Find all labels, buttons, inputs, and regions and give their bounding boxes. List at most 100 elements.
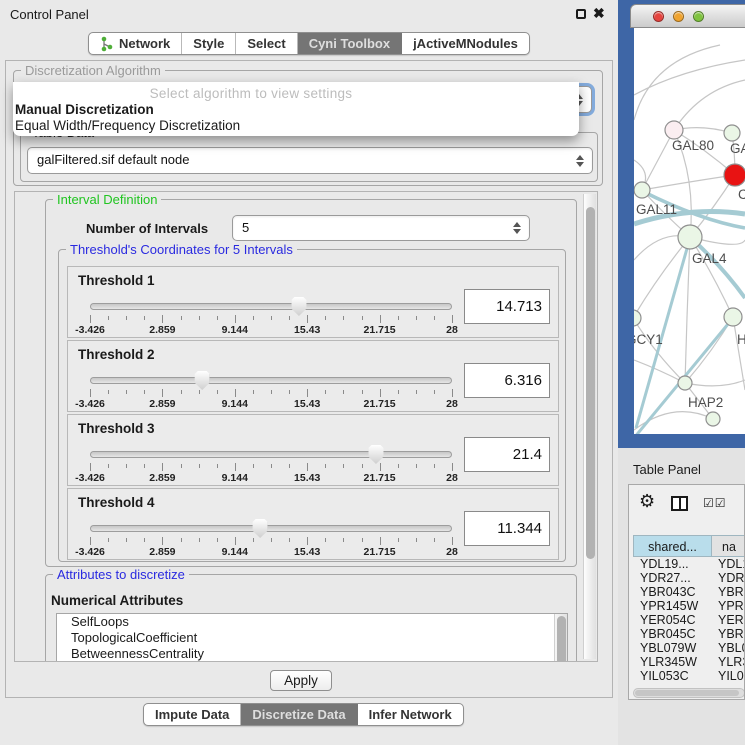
network-edge[interactable]	[642, 130, 674, 190]
zoom-traffic-light[interactable]	[693, 11, 704, 22]
slider-track[interactable]	[90, 525, 452, 532]
network-edge[interactable]	[634, 237, 690, 318]
network-node-ga[interactable]	[724, 125, 740, 141]
network-edge[interactable]	[634, 412, 713, 430]
cell-shared-name[interactable]: YDR27...	[633, 571, 712, 585]
network-node-h[interactable]	[724, 308, 742, 326]
tab-discretize-data[interactable]: Discretize Data	[241, 704, 357, 725]
table-row[interactable]: YLR345WYLR3	[633, 655, 745, 669]
cell-shared-name[interactable]: YER054C	[633, 613, 712, 627]
cell-name[interactable]: YBR0	[712, 627, 745, 641]
screen: Control Panel ✖ NetworkStyleSelectCyni T…	[0, 0, 745, 745]
network-node-hap2[interactable]	[678, 376, 692, 390]
network-edge[interactable]	[634, 45, 720, 120]
cell-shared-name[interactable]: YBR045C	[633, 627, 712, 641]
checkbox-icons[interactable]: ☑☑	[703, 496, 727, 510]
threshold-label: Threshold 3	[78, 421, 155, 436]
table-row[interactable]: YIL053CYIL0	[633, 669, 745, 683]
close-traffic-light[interactable]	[653, 11, 664, 22]
list-scrollbar[interactable]	[554, 614, 567, 662]
tab-impute-data[interactable]: Impute Data	[144, 704, 241, 725]
attributes-list[interactable]: SelfLoopsTopologicalCoefficientBetweenne…	[56, 613, 568, 662]
cell-name[interactable]: YBR0	[712, 585, 745, 599]
network-edge[interactable]	[634, 360, 685, 383]
network-node[interactable]	[706, 412, 720, 426]
settings-scrollbar[interactable]	[583, 194, 596, 659]
table-row[interactable]: YER054CYER0	[633, 613, 745, 627]
slider-track[interactable]	[90, 377, 452, 384]
gear-icon[interactable]: ⚙	[639, 491, 655, 512]
cell-name[interactable]: YLR3	[712, 655, 745, 669]
threshold-value-input[interactable]	[464, 289, 550, 324]
network-node-gal4[interactable]	[678, 225, 702, 249]
network-node-gcy1[interactable]	[634, 310, 641, 326]
table-row[interactable]: YPR145WYPR1	[633, 599, 745, 613]
column-header-shared-name[interactable]: shared...	[633, 535, 712, 557]
algorithm-option[interactable]: Manual Discretization	[15, 102, 154, 117]
cell-shared-name[interactable]: YBL079W	[633, 641, 712, 655]
threshold-slider[interactable]: -3.4262.8599.14415.4321.71528	[90, 297, 452, 337]
column-header-name[interactable]: na	[712, 535, 745, 557]
table-row[interactable]: YBR045CYBR0	[633, 627, 745, 641]
algorithm-option[interactable]: Equal Width/Frequency Discretization	[15, 118, 240, 133]
network-edge[interactable]	[634, 60, 745, 95]
cell-shared-name[interactable]: YIL053C	[633, 669, 712, 683]
threshold-slider[interactable]: -3.4262.8599.14415.4321.71528	[90, 371, 452, 411]
slider-thumb[interactable]	[253, 519, 268, 538]
threshold-value-input[interactable]	[464, 511, 550, 546]
split-columns-icon[interactable]	[671, 496, 688, 511]
threshold-value-input[interactable]	[464, 363, 550, 398]
apply-button[interactable]: Apply	[270, 670, 332, 691]
network-node-label: H	[737, 332, 745, 347]
network-icon	[100, 36, 114, 52]
tab-infer-network[interactable]: Infer Network	[358, 704, 463, 725]
network-window-titlebar[interactable]	[630, 4, 745, 28]
slider-thumb[interactable]	[195, 371, 210, 390]
table-row[interactable]: YDR27...YDR2	[633, 571, 745, 585]
network-edge[interactable]	[733, 317, 745, 390]
slider-thumb[interactable]	[368, 445, 383, 464]
slider-track[interactable]	[90, 451, 452, 458]
cell-name[interactable]: YPR1	[712, 599, 745, 613]
tab-jactivemnodules[interactable]: jActiveMNodules	[402, 33, 529, 54]
network-node-c[interactable]	[724, 164, 745, 186]
table-hscrollbar[interactable]	[633, 688, 745, 698]
cell-shared-name[interactable]: YPR145W	[633, 599, 712, 613]
cell-shared-name[interactable]: YLR345W	[633, 655, 712, 669]
float-window-icon[interactable]	[576, 9, 586, 19]
num-intervals-combo[interactable]: 5	[232, 215, 530, 241]
threshold-slider[interactable]: -3.4262.8599.14415.4321.71528	[90, 519, 452, 559]
network-edge[interactable]	[685, 380, 745, 386]
network-node-gal11[interactable]	[634, 182, 650, 198]
minimize-traffic-light[interactable]	[673, 11, 684, 22]
cell-name[interactable]: YDR2	[712, 571, 745, 585]
cell-name[interactable]: YIL0	[712, 669, 745, 683]
tab-style[interactable]: Style	[182, 33, 236, 54]
slider-track[interactable]	[90, 303, 452, 310]
table-row[interactable]: YBL079WYBL0	[633, 641, 745, 655]
cell-name[interactable]: YER0	[712, 613, 745, 627]
network-edge[interactable]	[685, 237, 690, 383]
attribute-list-item[interactable]: SelfLoops	[57, 614, 567, 630]
cell-shared-name[interactable]: YBR043C	[633, 585, 712, 599]
threshold-slider[interactable]: -3.4262.8599.14415.4321.71528	[90, 445, 452, 485]
threshold-value-input[interactable]	[464, 437, 550, 472]
cell-shared-name[interactable]: YDL19...	[633, 557, 712, 571]
tab-label: Discretize Data	[252, 707, 345, 722]
tab-network[interactable]: Network	[89, 33, 182, 54]
table-data-combo[interactable]: galFiltered.sif default node	[27, 147, 593, 174]
network-node-gal80[interactable]	[665, 121, 683, 139]
close-icon[interactable]: ✖	[593, 5, 605, 22]
table-row[interactable]: YDL19...YDL1	[633, 557, 745, 571]
tab-cyni-toolbox[interactable]: Cyni Toolbox	[298, 33, 402, 54]
table-row[interactable]: YBR043CYBR0	[633, 585, 745, 599]
slider-thumb[interactable]	[291, 297, 306, 316]
cell-name[interactable]: YDL1	[712, 557, 745, 571]
attribute-list-item[interactable]: BetweennessCentrality	[57, 646, 567, 662]
tab-select[interactable]: Select	[236, 33, 297, 54]
network-canvas[interactable]: GAL80GACGAL11GAL4GCY1HHAP2	[634, 28, 745, 434]
cell-name[interactable]: YBL0	[712, 641, 745, 655]
network-desktop: GAL80GACGAL11GAL4GCY1HHAP2	[618, 0, 745, 448]
attribute-list-item[interactable]: TopologicalCoefficient	[57, 630, 567, 646]
network-edge[interactable]	[674, 80, 745, 130]
